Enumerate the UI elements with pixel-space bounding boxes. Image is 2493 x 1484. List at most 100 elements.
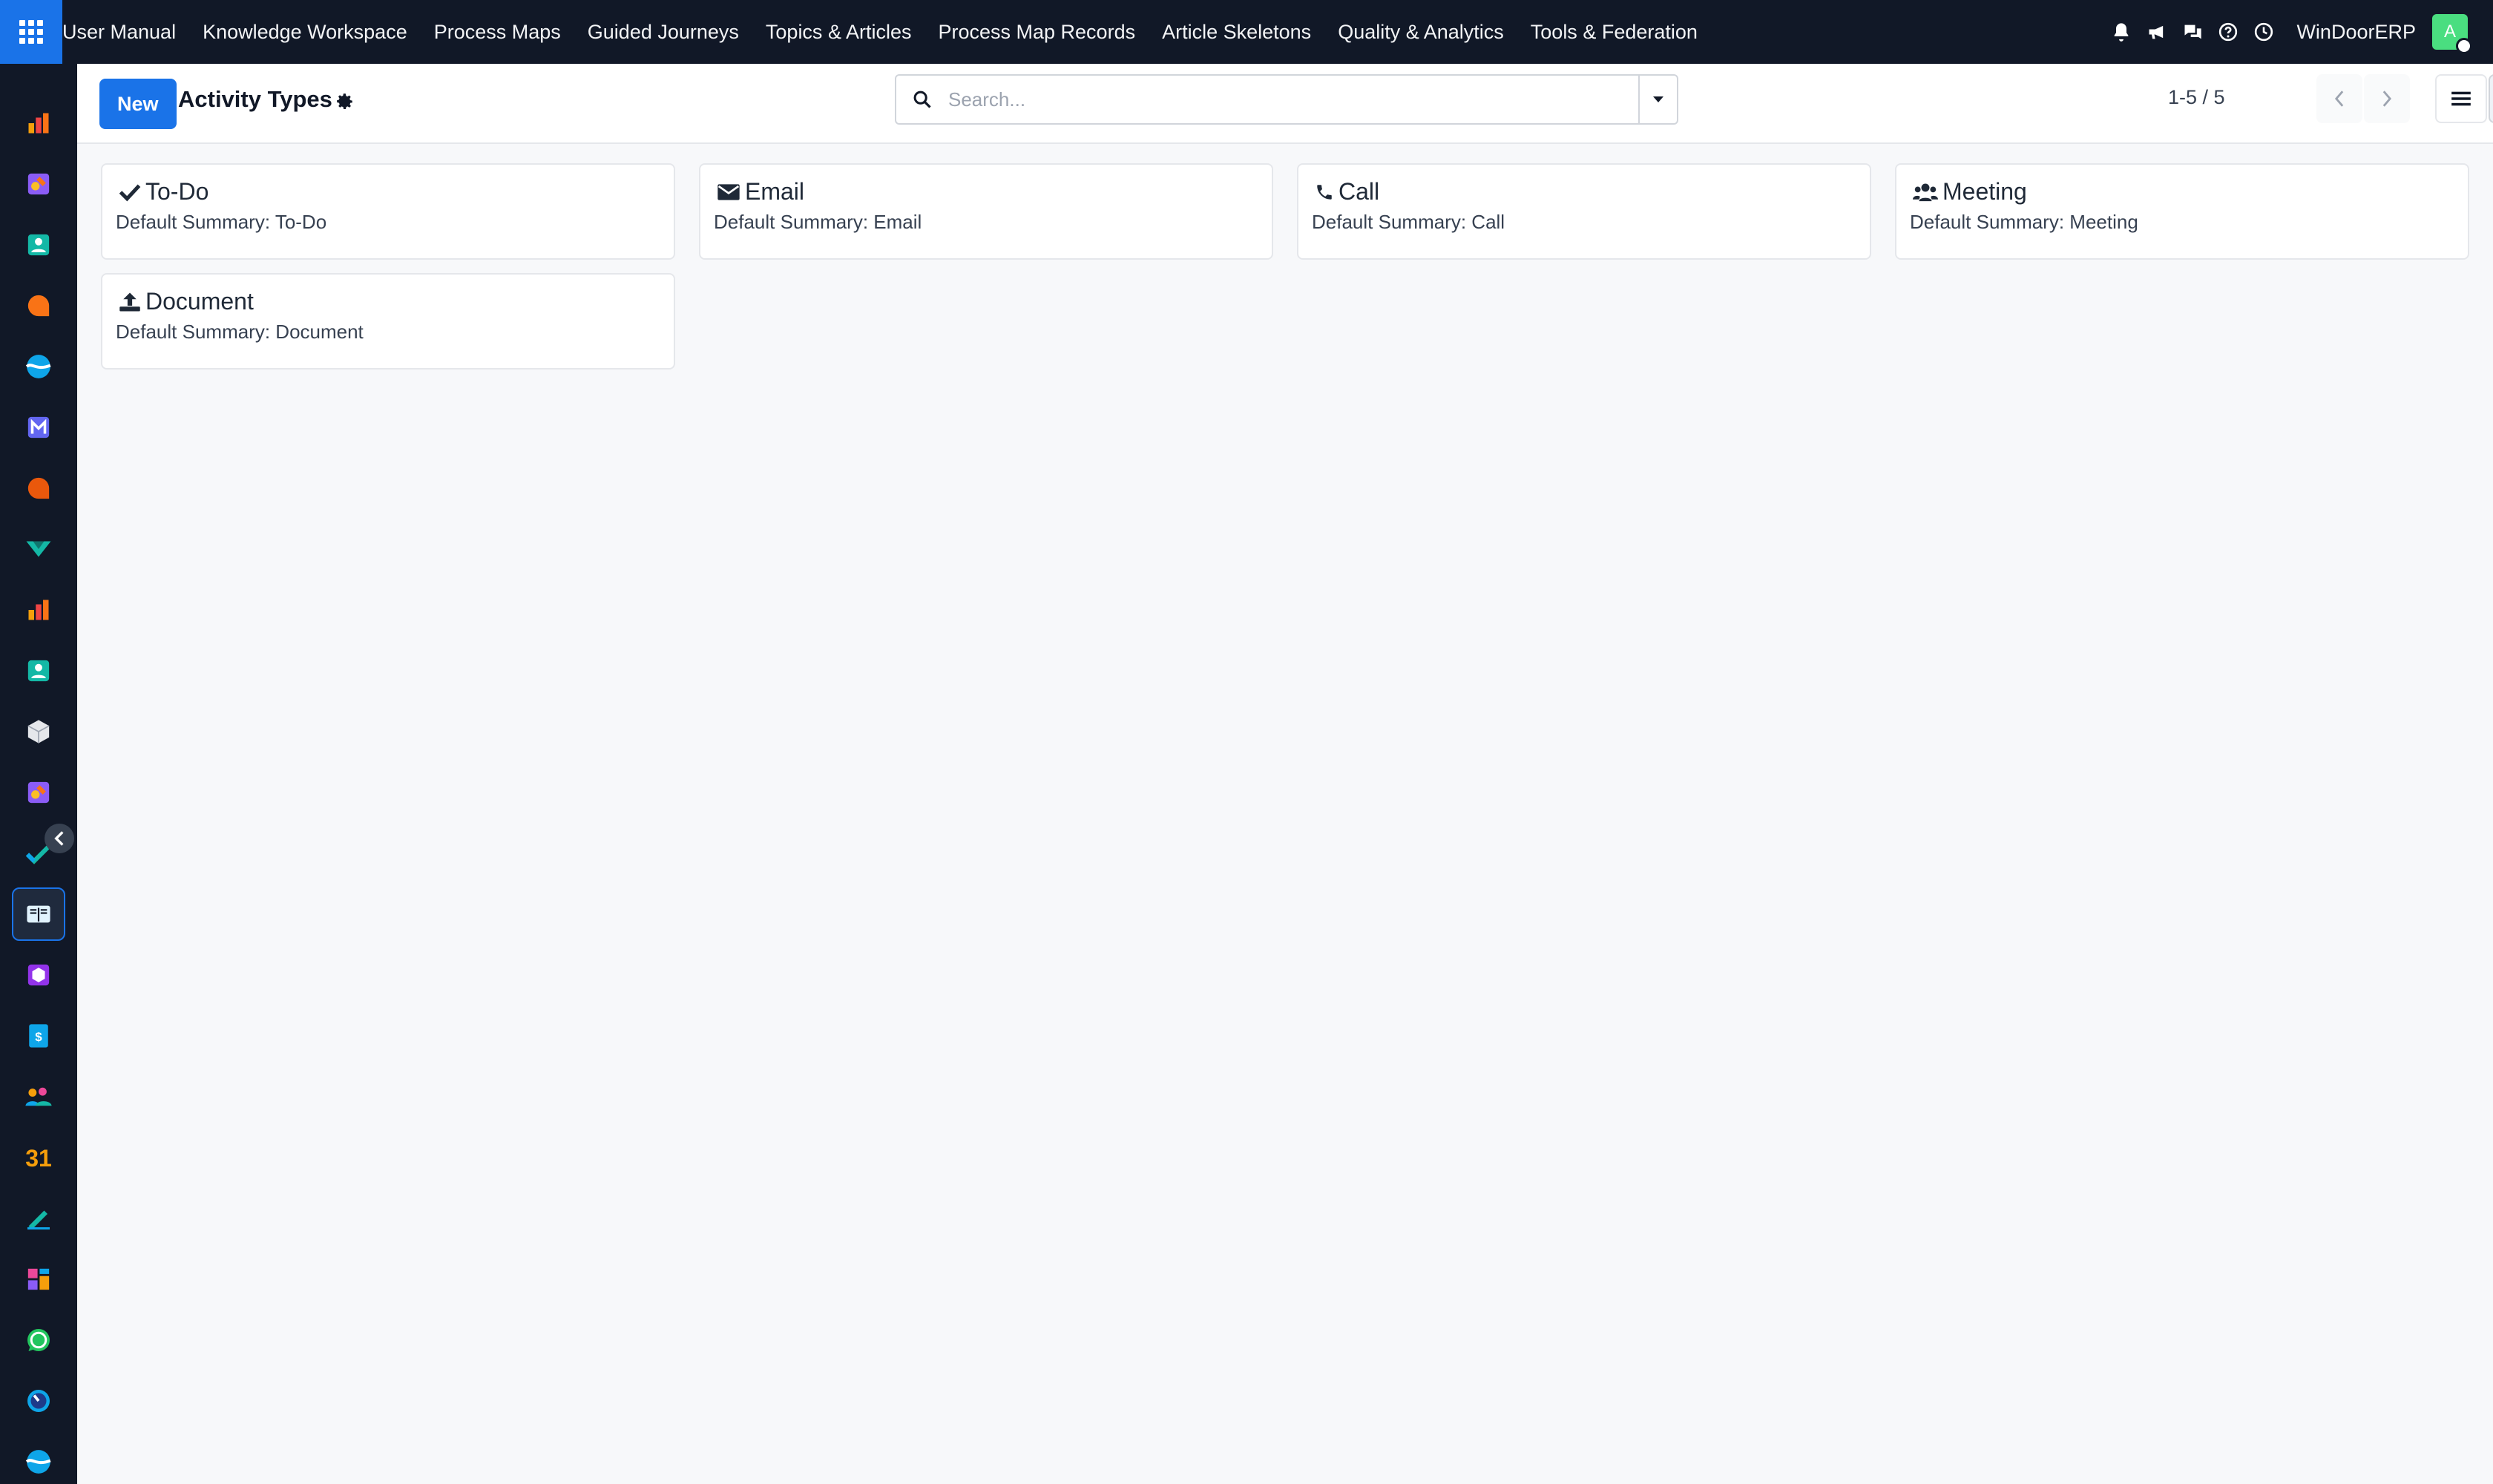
menu-quality-analytics[interactable]: Quality & Analytics xyxy=(1324,0,1517,64)
avatar[interactable]: A xyxy=(2432,14,2472,54)
wave-icon xyxy=(25,1450,51,1474)
clock-icon[interactable] xyxy=(2246,0,2282,64)
kanban-card-todo[interactable]: To-Do Default Summary: To-Do xyxy=(101,163,675,260)
menu-knowledge-workspace[interactable]: Knowledge Workspace xyxy=(189,0,421,64)
wave-icon xyxy=(25,355,51,378)
rail-app-inventory[interactable] xyxy=(12,705,65,758)
card-summary: Default Summary: Meeting xyxy=(1910,211,2138,233)
card-summary: Default Summary: Call xyxy=(1312,211,1505,233)
rail-app-timer[interactable] xyxy=(12,1374,65,1428)
systray: WinDoorERP A xyxy=(2103,0,2493,64)
caret-down-icon xyxy=(1653,96,1663,102)
rail-app-whatsapp[interactable] xyxy=(12,1313,65,1367)
livechat-icon xyxy=(27,477,50,499)
grid-icon xyxy=(19,20,43,44)
help-icon[interactable] xyxy=(2210,0,2246,64)
mail-icon xyxy=(27,416,50,439)
menu-process-map-records[interactable]: Process Map Records xyxy=(924,0,1149,64)
box-icon xyxy=(27,964,50,986)
pager-value[interactable]: 1-5 / 5 xyxy=(2168,86,2225,109)
invoice-icon: $ xyxy=(29,1024,48,1048)
rail-app-surveys[interactable] xyxy=(12,522,65,576)
top-navbar: User Manual Knowledge Workspace Process … xyxy=(0,0,2493,64)
card-title: Email xyxy=(745,178,805,205)
bell-icon[interactable] xyxy=(2103,0,2139,64)
sidebar-collapse-button[interactable] xyxy=(45,824,74,853)
rail-app-dashboards[interactable] xyxy=(12,1252,65,1306)
reporting-icon xyxy=(28,600,49,620)
list-view-button[interactable] xyxy=(2435,74,2487,123)
chevron-right-icon xyxy=(2382,91,2392,107)
company-name[interactable]: WinDoorERP xyxy=(2296,21,2416,44)
check-icon xyxy=(119,184,141,201)
rail-app-sign[interactable] xyxy=(12,1192,65,1245)
chevron-left-icon xyxy=(54,831,64,846)
whatsapp-icon xyxy=(27,1329,50,1351)
cube-icon xyxy=(27,720,50,743)
menu-user-manual[interactable]: User Manual xyxy=(62,0,189,64)
rail-app-products[interactable] xyxy=(12,948,65,1002)
pager-next-button[interactable] xyxy=(2364,74,2410,123)
book-icon xyxy=(27,905,50,923)
top-menu: User Manual Knowledge Workspace Process … xyxy=(62,0,1711,64)
calendar-icon: 31 xyxy=(25,1145,52,1170)
search-input[interactable] xyxy=(948,77,1638,122)
menu-article-skeletons[interactable]: Article Skeletons xyxy=(1149,0,1324,64)
kanban-card-document[interactable]: Document Default Summary: Document xyxy=(101,273,675,370)
chat-icon[interactable] xyxy=(2175,0,2210,64)
timer-icon xyxy=(27,1390,50,1412)
rail-app-project[interactable] xyxy=(12,340,65,393)
rail-app-contacts[interactable] xyxy=(12,218,65,272)
dashboard-icon xyxy=(27,1268,50,1290)
chevron-left-icon xyxy=(2334,91,2344,107)
envelope-icon xyxy=(717,183,740,200)
card-title: To-Do xyxy=(145,178,209,205)
list-icon xyxy=(2451,91,2471,106)
menu-topics-articles[interactable]: Topics & Articles xyxy=(752,0,925,64)
kanban-card-meeting[interactable]: Meeting Default Summary: Meeting xyxy=(1895,163,2469,260)
studio-icon xyxy=(27,173,50,195)
rail-app-mail[interactable] xyxy=(12,401,65,454)
menu-guided-journeys[interactable]: Guided Journeys xyxy=(574,0,752,64)
rail-app-accounting[interactable]: $ xyxy=(12,1009,65,1063)
app-menu-button[interactable] xyxy=(0,0,62,64)
avatar-letter: A xyxy=(2443,22,2456,42)
kanban-card-email[interactable]: Email Default Summary: Email xyxy=(699,163,1273,260)
rail-app-calendar[interactable]: 31 xyxy=(12,1131,65,1184)
surveys-icon xyxy=(26,541,51,557)
rail-app-knowledge[interactable] xyxy=(12,887,65,941)
control-panel: New Activity Types 1-5 / 5 xyxy=(77,64,2493,144)
contacts-icon xyxy=(27,234,50,256)
status-dot xyxy=(2456,38,2472,54)
pager-previous-button[interactable] xyxy=(2316,74,2362,123)
rail-app-studio[interactable] xyxy=(12,157,65,211)
rail-app-knowledge-studio[interactable] xyxy=(12,766,65,819)
rail-app-project-2[interactable] xyxy=(12,1435,65,1484)
rail-app-team[interactable] xyxy=(12,1070,65,1123)
card-title: Call xyxy=(1339,178,1380,205)
card-summary: Default Summary: Document xyxy=(116,321,364,343)
chart-bars-icon xyxy=(28,113,49,134)
menu-tools-federation[interactable]: Tools & Federation xyxy=(1517,0,1711,64)
svg-text:31: 31 xyxy=(25,1145,52,1170)
kanban-view-button[interactable] xyxy=(2489,74,2493,123)
megaphone-icon[interactable] xyxy=(2139,0,2175,64)
rail-app-employees[interactable] xyxy=(12,644,65,697)
gear-icon[interactable] xyxy=(335,92,355,115)
pen-icon xyxy=(27,1210,50,1229)
rail-app-reporting[interactable] xyxy=(12,583,65,637)
search-icon xyxy=(896,76,948,123)
page-title: Activity Types xyxy=(178,86,332,112)
rail-app-livechat[interactable] xyxy=(12,462,65,515)
new-button[interactable]: New xyxy=(99,79,177,129)
search-options-toggle[interactable] xyxy=(1638,76,1677,123)
menu-process-maps[interactable]: Process Maps xyxy=(421,0,574,64)
rail-app-discuss[interactable] xyxy=(12,279,65,332)
kanban-card-call[interactable]: Call Default Summary: Call xyxy=(1297,163,1871,260)
svg-text:$: $ xyxy=(35,1030,42,1044)
card-title: Meeting xyxy=(1942,178,2027,205)
rail-app-dashboard[interactable] xyxy=(12,96,65,150)
users-icon xyxy=(1913,183,1938,201)
team-icon xyxy=(25,1087,52,1106)
upload-icon xyxy=(119,292,140,311)
